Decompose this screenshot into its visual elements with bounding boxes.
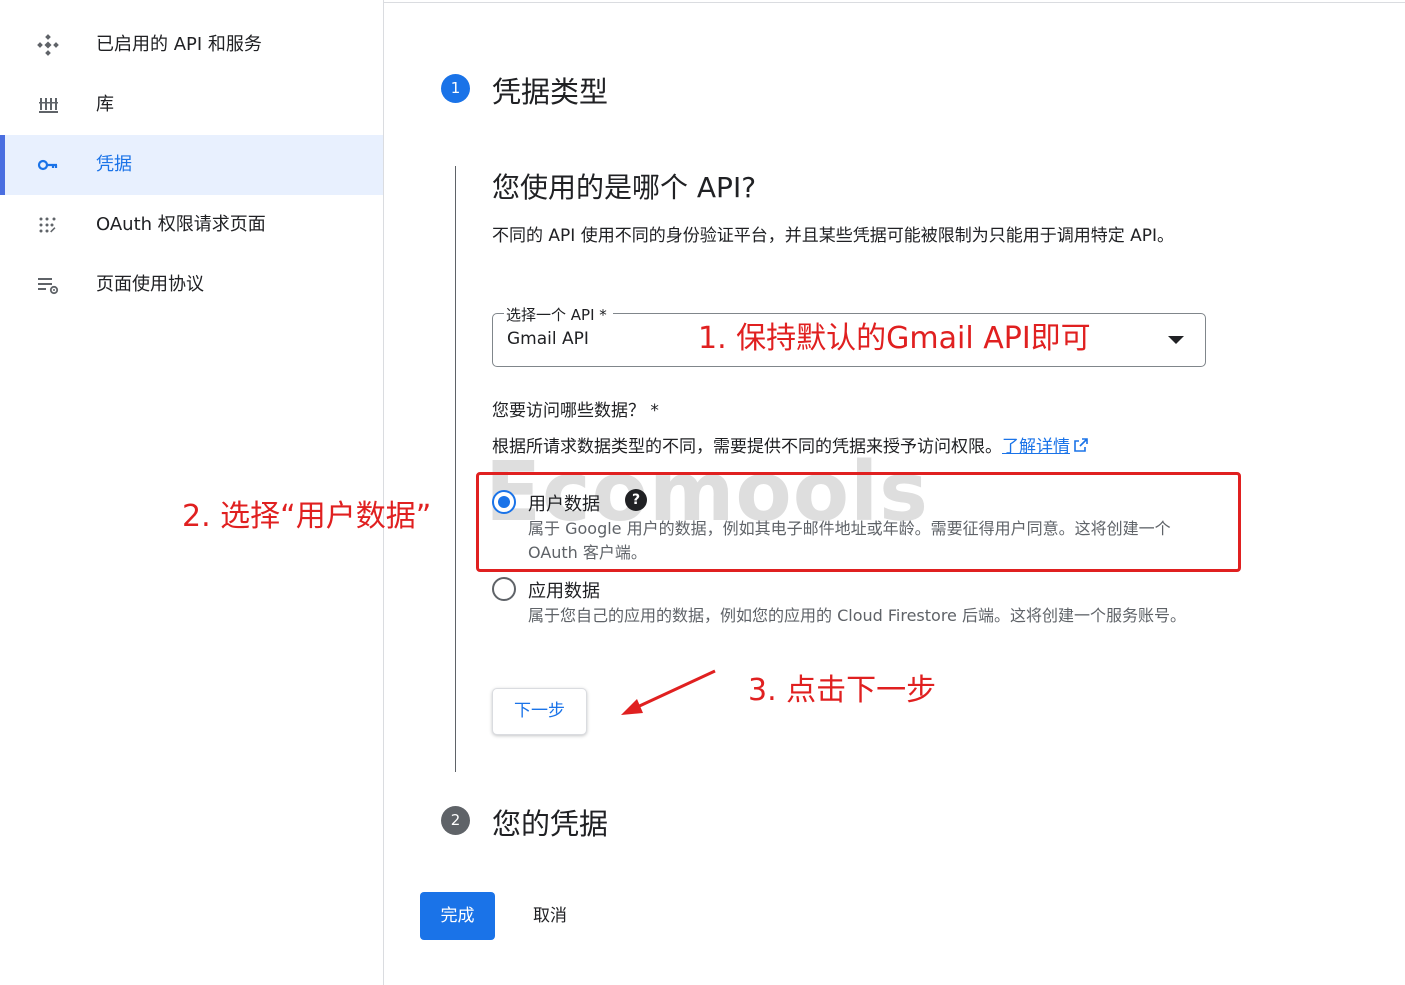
sidebar-item-label: 凭据 bbox=[96, 154, 132, 175]
annotation-highlight-box bbox=[476, 472, 1241, 572]
radio-app-data-description: 属于您自己的应用的数据，例如您的应用的 Cloud Firestore 后端。这… bbox=[528, 606, 1186, 625]
done-button[interactable]: 完成 bbox=[420, 892, 495, 940]
sidebar-item-label: 页面使用协议 bbox=[96, 274, 204, 295]
learn-more-text: 了解详情 bbox=[1002, 437, 1070, 457]
sidebar-item-label: 库 bbox=[96, 94, 114, 115]
step-connector-line bbox=[455, 166, 456, 772]
top-divider bbox=[384, 2, 1405, 3]
step-title-1: 凭据类型 bbox=[492, 75, 609, 109]
sidebar-item-label: 已启用的 API 和服务 bbox=[96, 34, 262, 55]
sidebar-item-label: OAuth 权限请求页面 bbox=[96, 214, 266, 235]
external-link-icon bbox=[1074, 438, 1088, 452]
radio-app-data[interactable] bbox=[492, 577, 516, 601]
sidebar-item-credentials[interactable]: 凭据 bbox=[0, 135, 383, 195]
annotation-step-2: 2. 选择“用户数据” bbox=[182, 499, 432, 534]
api-select-label: 选择一个 API * bbox=[504, 304, 613, 325]
chevron-down-icon[interactable] bbox=[1168, 336, 1184, 344]
oauth-consent-icon bbox=[36, 213, 60, 237]
annotation-step-1: 1. 保持默认的Gmail API即可 bbox=[698, 321, 1091, 356]
library-icon bbox=[36, 93, 60, 117]
radio-app-data-label: 应用数据 bbox=[528, 581, 600, 602]
step-number-1: 1 bbox=[441, 74, 470, 103]
next-button[interactable]: 下一步 bbox=[492, 688, 587, 735]
api-description: 不同的 API 使用不同的身份验证平台，并且某些凭据可能被限制为只能用于调用特定… bbox=[492, 226, 1174, 246]
api-services-icon bbox=[36, 33, 60, 57]
cancel-button[interactable]: 取消 bbox=[520, 892, 580, 940]
sidebar-item-enabled-apis[interactable]: 已启用的 API 和服务 bbox=[0, 15, 383, 75]
step-number-2: 2 bbox=[441, 806, 470, 835]
step-title-2: 您的凭据 bbox=[492, 807, 609, 841]
page-agreement-icon bbox=[36, 273, 60, 297]
sidebar-item-library[interactable]: 库 bbox=[0, 75, 383, 135]
data-question: 您要访问哪些数据？ * bbox=[492, 401, 659, 421]
sidebar-item-oauth-consent[interactable]: OAuth 权限请求页面 bbox=[0, 195, 383, 255]
annotation-arrow-icon bbox=[621, 669, 716, 715]
sidebar-item-page-agreement[interactable]: 页面使用协议 bbox=[0, 255, 383, 315]
learn-more-link[interactable]: 了解详情 bbox=[1002, 437, 1089, 457]
api-heading: 您使用的是哪个 API? bbox=[492, 171, 757, 204]
api-select-value: Gmail API bbox=[507, 329, 589, 349]
key-icon bbox=[36, 153, 60, 177]
annotation-step-3: 3. 点击下一步 bbox=[748, 673, 937, 708]
credentials-page: 已启用的 API 和服务 库 凭据 OAuth 权限请求页面 页面使用协议 1 … bbox=[0, 0, 1405, 985]
